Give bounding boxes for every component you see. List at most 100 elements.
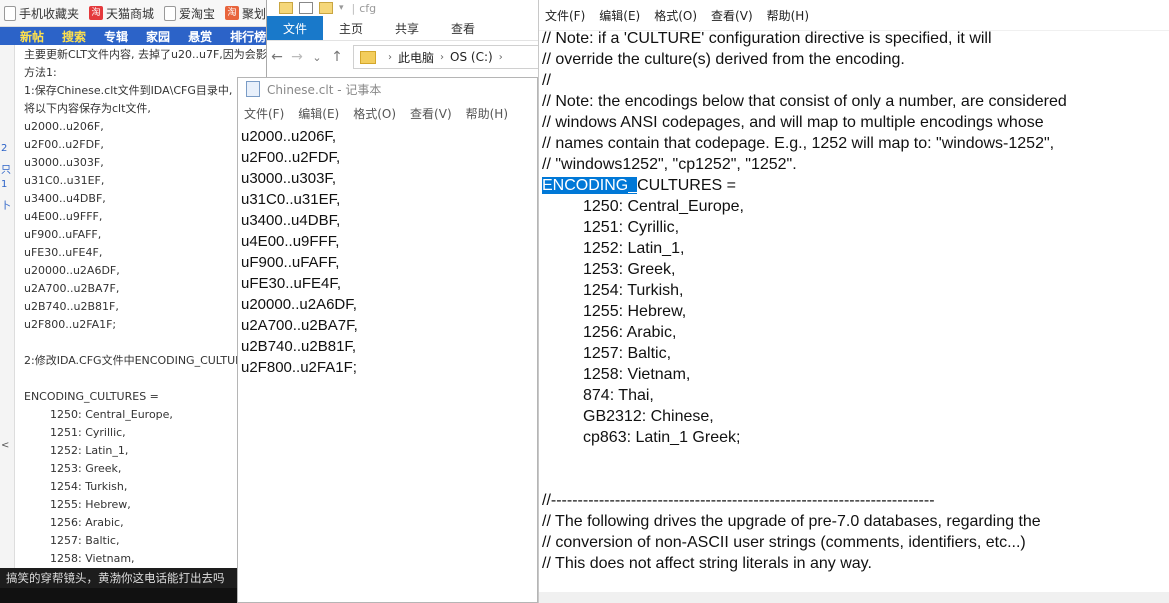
video-ticker[interactable]: 搞笑的穿帮镜头，黄渤你这电话能打出去吗 xyxy=(0,568,237,588)
text-line: u2F00..u2FDF, xyxy=(241,149,341,166)
text-line: // override the culture(s) derived from … xyxy=(542,51,905,68)
culture-line: 1256: Arabic, xyxy=(583,324,677,341)
explorer-window: ▾ | cfg 文件 主页 共享 查看 ← → ⌄ ↑ › 此电脑 › OS (… xyxy=(266,0,539,80)
forum-nav-bar: 新帖 搜索 专辑 家园 悬赏 排行榜 xyxy=(0,27,300,45)
text-line: u2A700..u2BA7F, xyxy=(241,317,358,334)
menu-help[interactable]: 帮助(H) xyxy=(466,105,508,122)
tab-share[interactable]: 共享 xyxy=(379,16,435,40)
menu-file[interactable]: 文件(F) xyxy=(244,105,284,122)
text-line: // names contain that codepage. E.g., 12… xyxy=(542,135,1055,152)
menu-bar: 文件(F) 编辑(E) 格式(O) 查看(V) 帮助(H) xyxy=(539,0,1169,31)
culture-line: 1257: Baltic, xyxy=(583,345,672,362)
chevron-right-icon[interactable]: › xyxy=(388,52,392,63)
horizontal-scrollbar[interactable] xyxy=(539,592,1169,603)
article-line: 主要更新CLT文件内容, 去掉了u20..u7F,因为会影 xyxy=(24,48,267,61)
culture-line: cp863: Latin_1 Greek; xyxy=(583,429,741,446)
bookmark-tmall[interactable]: 淘 天猫商城 xyxy=(89,5,154,22)
text-line: u2F800..u2FA1F; xyxy=(241,359,357,376)
text-line: uF900..uFAFF, xyxy=(241,254,340,271)
text-line: u31C0..u31EF, xyxy=(241,191,341,208)
nav-search[interactable]: 搜索 xyxy=(62,28,86,45)
breadcrumb-c-drive[interactable]: OS (C:) xyxy=(450,50,493,64)
culture-line: 1250: Central_Europe, xyxy=(583,198,744,215)
culture-line: 1258: Vietnam, xyxy=(583,366,691,383)
text-line: // Note: if a 'CULTURE' configuration di… xyxy=(542,30,992,47)
forward-arrow-icon[interactable]: → xyxy=(287,49,307,65)
menu-view[interactable]: 查看(V) xyxy=(410,105,452,122)
tmall-icon: 淘 xyxy=(89,6,104,20)
new-folder-icon[interactable] xyxy=(319,2,333,14)
text-line: // "windows1252", "cp1252", "1252". xyxy=(542,156,797,173)
culture-line: 874: Thai, xyxy=(583,387,654,404)
titlebar-separator: | xyxy=(351,1,356,15)
sidebar-gutter: 2 只 1 卜 < xyxy=(0,45,15,580)
culture-line: 1255: Hebrew, xyxy=(583,303,687,320)
menu-format[interactable]: 格式(O) xyxy=(353,105,396,122)
juhuasuan-icon: 淘 xyxy=(225,6,240,20)
text-line: //--------------------------------------… xyxy=(542,492,935,509)
menu-help[interactable]: 帮助(H) xyxy=(767,7,809,24)
text-rest: CULTURES = xyxy=(637,177,736,194)
culture-line: 1251: Cyrillic, xyxy=(583,219,680,236)
culture-line: 1254: Turkish, xyxy=(583,282,684,299)
tab-file[interactable]: 文件 xyxy=(267,16,324,40)
nav-collections[interactable]: 专辑 xyxy=(104,28,128,45)
menu-edit[interactable]: 编辑(E) xyxy=(298,105,339,122)
menu-bar: 文件(F) 编辑(E) 格式(O) 查看(V) 帮助(H) xyxy=(238,100,537,126)
bookmark-label: 手机收藏夹 xyxy=(19,6,80,21)
culture-line: 1253: Greek, xyxy=(583,261,676,278)
nav-home[interactable]: 家园 xyxy=(146,28,170,45)
text-line: // Note: the encodings below that consis… xyxy=(542,93,1067,110)
text-line: ENCODING_CULTURES = xyxy=(542,175,1067,196)
culture-line: 1252: Latin_1, xyxy=(583,240,685,257)
properties-icon[interactable] xyxy=(299,2,313,14)
breadcrumb-this-pc[interactable]: 此电脑 xyxy=(398,49,434,66)
text-line: u3000..u303F, xyxy=(241,170,337,187)
nav-bounty[interactable]: 悬赏 xyxy=(188,28,212,45)
notepad-icon xyxy=(246,81,260,97)
menu-file[interactable]: 文件(F) xyxy=(545,7,585,24)
menu-edit[interactable]: 编辑(E) xyxy=(599,7,640,24)
text-editor-area[interactable]: u2000..u206F, u2F00..u2FDF, u3000..u303F, u… xyxy=(241,126,358,378)
chevron-right-icon[interactable]: › xyxy=(499,52,503,63)
folder-icon xyxy=(279,2,293,14)
bookmark-aitaobao[interactable]: 爱淘宝 xyxy=(164,5,215,22)
page-icon xyxy=(4,5,16,21)
nav-new-posts[interactable]: 新帖 xyxy=(20,28,44,45)
bookmark-label: 爱淘宝 xyxy=(179,6,216,21)
back-arrow-icon[interactable]: ← xyxy=(267,49,287,65)
bookmarks-bar: 手机收藏夹 淘 天猫商城 爱淘宝 淘 聚划算 xyxy=(0,0,300,27)
address-bar[interactable]: › 此电脑 › OS (C:) › xyxy=(353,45,539,69)
recent-locations-icon[interactable]: ⌄ xyxy=(307,51,327,64)
nav-rankings[interactable]: 排行榜 xyxy=(230,28,266,45)
tab-home[interactable]: 主页 xyxy=(323,16,379,40)
chevron-right-icon[interactable]: › xyxy=(440,52,444,63)
text-editor-area[interactable]: // Note: if a 'CULTURE' configuration di… xyxy=(542,28,1067,574)
text-line: // This does not affect string literals … xyxy=(542,555,872,572)
gutter-text: 卜 xyxy=(1,201,11,212)
gutter-text: 1 xyxy=(1,179,8,190)
notepad-titlebar: Chinese.clt - 记事本 xyxy=(238,78,537,100)
taskbar-strip xyxy=(0,588,237,603)
menu-view[interactable]: 查看(V) xyxy=(711,7,753,24)
culture-line: GB2312: Chinese, xyxy=(583,408,714,425)
chevron-down-icon[interactable]: ▾ xyxy=(339,3,344,13)
gutter-collapse-icon[interactable]: < xyxy=(1,440,9,451)
text-line: // conversion of non-ASCII user strings … xyxy=(542,534,1026,551)
address-row: ← → ⌄ ↑ › 此电脑 › OS (C:) › xyxy=(267,41,539,73)
page-icon xyxy=(164,5,177,21)
text-line: // xyxy=(542,72,551,89)
text-line: u2B740..u2B81F, xyxy=(241,338,357,355)
bookmark-mobile-favorites[interactable]: 手机收藏夹 xyxy=(4,5,79,22)
text-line: // windows ANSI codepages, and will map … xyxy=(542,114,1044,131)
selected-text[interactable]: ENCODING_ xyxy=(542,177,638,194)
up-arrow-icon[interactable]: ↑ xyxy=(327,49,347,65)
tab-view[interactable]: 查看 xyxy=(435,16,491,40)
text-line: u2000..u206F, xyxy=(241,128,337,145)
notepad-window-clt: Chinese.clt - 记事本 文件(F) 编辑(E) 格式(O) 查看(V… xyxy=(237,77,538,603)
text-line: u20000..u2A6DF, xyxy=(241,296,357,313)
menu-format[interactable]: 格式(O) xyxy=(654,7,697,24)
text-line: u3400..u4DBF, xyxy=(241,212,341,229)
